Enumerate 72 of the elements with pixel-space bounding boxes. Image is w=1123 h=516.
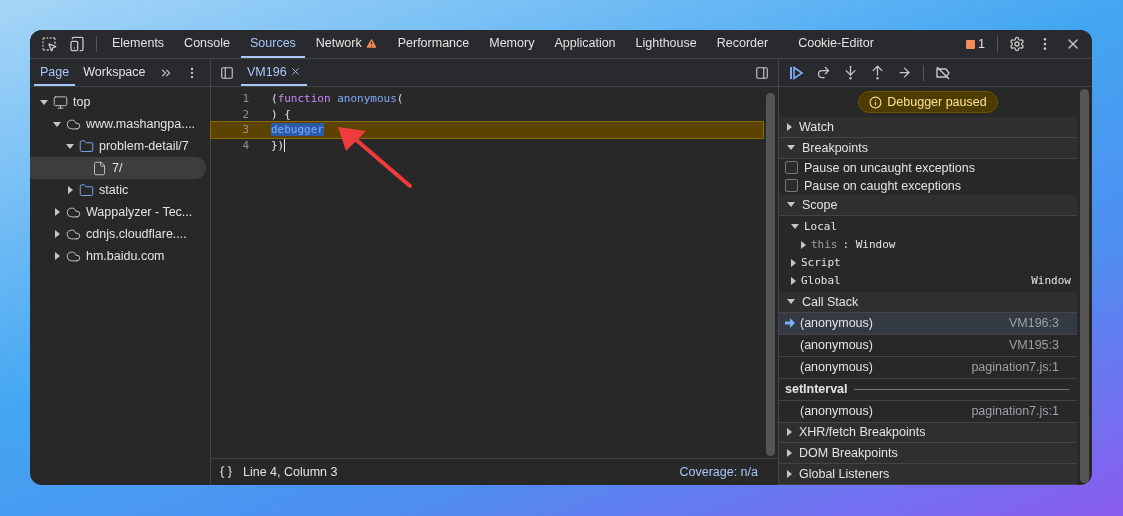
expanded-triangle-icon[interactable]: [40, 99, 48, 105]
scrollbar[interactable]: [1080, 89, 1089, 483]
pointer-arrow-icon: [785, 318, 795, 329]
panel-tab[interactable]: Application: [545, 30, 625, 58]
code-editor[interactable]: 1 (function anonymous( 2 ) { 3 debugger 4 }): [211, 87, 778, 458]
issue-icon: [966, 39, 976, 49]
scope-row[interactable]: this : Window: [779, 235, 1077, 254]
section-header[interactable]: Scope: [779, 194, 1077, 216]
paused-banner: Debugger paused: [858, 91, 998, 114]
section-header[interactable]: Global Listeners: [779, 464, 1077, 485]
folder-icon: [79, 182, 94, 198]
panel-tab[interactable]: Console: [175, 30, 239, 58]
panel-tab[interactable]: Cookie-Editor: [789, 30, 883, 58]
tree-item[interactable]: top: [30, 91, 206, 113]
section-header[interactable]: Watch: [779, 117, 1077, 139]
scope-row[interactable]: Script: [779, 253, 1077, 272]
checkbox[interactable]: [785, 161, 798, 175]
braces-icon[interactable]: [219, 465, 233, 479]
checkbox-row[interactable]: Pause on caught exceptions: [779, 176, 1077, 195]
call-frame[interactable]: (anonymous) pagination7.js:1: [779, 356, 1077, 379]
close-icon[interactable]: [289, 66, 301, 77]
info-icon: [869, 95, 883, 109]
cloud-icon: [66, 248, 81, 264]
section-header[interactable]: XHR/fetch Breakpoints: [779, 422, 1077, 444]
checkbox-row[interactable]: Pause on uncaught exceptions: [779, 158, 1077, 177]
panel-tab[interactable]: Elements: [103, 30, 174, 58]
tree-item[interactable]: 7/: [30, 157, 206, 179]
code-line: 2 ) {: [241, 106, 292, 122]
issues-button[interactable]: 1: [960, 37, 991, 51]
code-line: 4 }): [241, 137, 287, 153]
call-frame[interactable]: (anonymous) pagination7.js:1: [779, 400, 1077, 423]
file-icon: [92, 160, 107, 176]
tree-item[interactable]: problem-detail/7: [30, 135, 206, 157]
frame-icon: [53, 94, 68, 110]
section-header[interactable]: Call Stack: [779, 291, 1077, 313]
collapsed-triangle-icon[interactable]: [54, 252, 60, 260]
folder-icon: [79, 138, 94, 154]
tree-item[interactable]: cdnjs.cloudflare....: [30, 223, 206, 245]
collapsed-triangle-icon[interactable]: [54, 230, 60, 238]
checkbox[interactable]: [785, 179, 798, 193]
cloud-icon: [66, 204, 81, 220]
async-label: setInterval: [785, 382, 848, 397]
call-frame[interactable]: (anonymous) VM196:3: [779, 312, 1077, 335]
warning-icon: [364, 36, 378, 50]
coverage-link[interactable]: Coverage: n/a: [679, 465, 770, 479]
call-frame[interactable]: (anonymous) VM195:3: [779, 334, 1077, 357]
scope-row[interactable]: Local: [779, 217, 1077, 236]
collapsed-triangle-icon[interactable]: [67, 186, 73, 194]
cursor-position: Line 4, Column 3: [243, 465, 338, 479]
cloud-icon: [66, 116, 81, 132]
code-line: 1 (function anonymous(: [241, 91, 405, 107]
panel-tab[interactable]: Performance: [388, 30, 479, 58]
scope-row[interactable]: Global Window: [779, 271, 1077, 290]
panel-tab[interactable]: Recorder: [707, 30, 778, 58]
navigator-tab[interactable]: Workspace: [77, 59, 152, 86]
section-header[interactable]: DOM Breakpoints: [779, 443, 1077, 465]
expanded-triangle-icon[interactable]: [53, 121, 61, 127]
navigator-tab[interactable]: Page: [34, 59, 76, 86]
panel-tab[interactable]: Network: [306, 30, 387, 58]
panel-tab[interactable]: Memory: [480, 30, 544, 58]
collapsed-triangle-icon[interactable]: [54, 208, 60, 216]
tree-item[interactable]: Wappalyzer - Tec...: [30, 201, 206, 223]
panel-tab[interactable]: Lighthouse: [626, 30, 706, 58]
expanded-triangle-icon[interactable]: [66, 143, 74, 149]
tree-item[interactable]: static: [30, 179, 206, 201]
cloud-icon: [66, 226, 81, 242]
section-header[interactable]: Breakpoints: [779, 138, 1077, 159]
tree-item[interactable]: www.mashangpa....: [30, 113, 206, 135]
expanded-triangle-icon[interactable]: [791, 224, 799, 230]
tree-item[interactable]: hm.baidu.com: [30, 245, 206, 267]
file-tab[interactable]: VM196: [241, 59, 307, 86]
scrollbar[interactable]: [766, 93, 775, 456]
